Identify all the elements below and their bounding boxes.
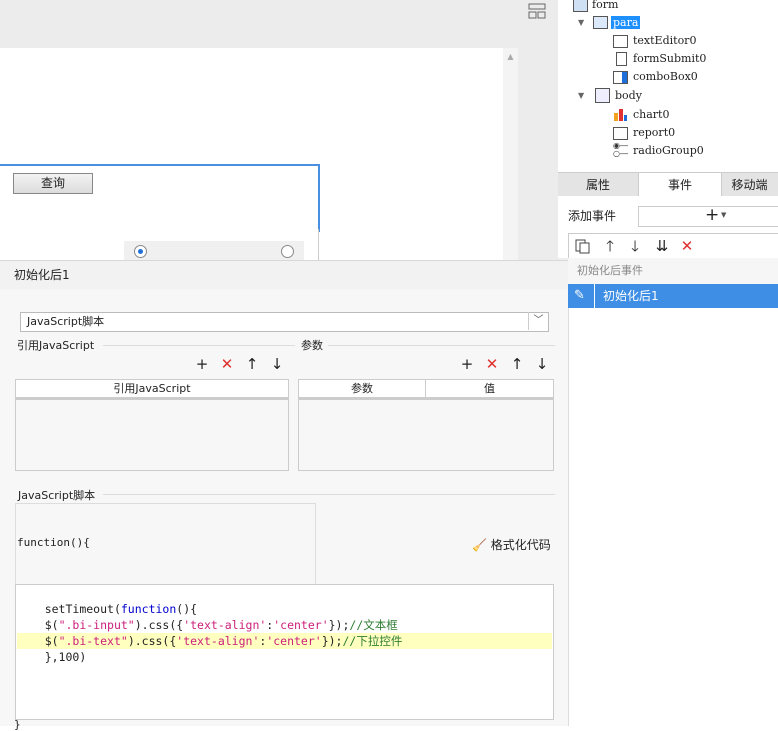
divider [103, 494, 555, 495]
event-list-empty-area [568, 308, 778, 726]
code-line-3: $(".bi-text").css({'text-align':'center'… [17, 617, 403, 648]
collapse-arrow-icon[interactable]: ▼ [578, 91, 584, 100]
event-item-label: 初始化后1 [603, 289, 659, 303]
para-icon [593, 16, 608, 29]
widget-tree: form ▼ para textEditor0 formSubmit0 comb… [558, 0, 778, 172]
divider [594, 284, 595, 308]
form-icon [573, 0, 588, 12]
edit-pencil-icon: ✎ [574, 288, 585, 303]
move-down-ref-icon[interactable]: ↓ [269, 356, 285, 372]
code-line-2: $(".bi-input").css({'text-align':'center… [17, 601, 398, 632]
dialog-title-bar: 初始化后1 [0, 260, 568, 290]
chevron-down-icon: ▼ [721, 211, 727, 219]
add-event-label: 添加事件 [568, 209, 617, 223]
tree-item-radiogroup0[interactable]: radioGroup0 [633, 143, 704, 159]
plus-icon: + [705, 205, 720, 225]
move-bottom-icon[interactable]: ⇊ [652, 234, 672, 258]
divider [328, 345, 555, 346]
query-button[interactable]: 查询 [13, 173, 93, 194]
tree-item-texteditor0[interactable]: textEditor0 [633, 33, 696, 49]
event-group-label: 初始化后事件 [577, 264, 643, 277]
scroll-up-icon[interactable]: ▲ [506, 52, 515, 61]
move-up-icon[interactable]: 🡑 [600, 234, 620, 258]
code-line-4: },100) [17, 633, 87, 664]
form-submit-icon [616, 52, 627, 66]
tree-item-formsubmit0[interactable]: formSubmit0 [633, 51, 706, 67]
script-type-select[interactable]: JavaScript脚本 [20, 312, 549, 332]
ref-js-column-header: 引用JavaScript [16, 380, 288, 400]
tab-events[interactable]: 事件 [638, 173, 722, 197]
broom-icon: 🧹 [472, 538, 487, 552]
move-up-param-icon[interactable]: ↑ [509, 356, 525, 372]
ref-js-section-label: 引用JavaScript [17, 339, 95, 352]
chevron-down-icon[interactable]: ﹀ [528, 312, 548, 330]
script-type-value: JavaScript脚本 [27, 315, 105, 328]
property-tabs: 属性 事件 移动端 [558, 172, 778, 198]
layout-toggle-icon[interactable] [528, 3, 546, 19]
radio-option-1[interactable] [134, 245, 147, 258]
function-closing-brace: } [14, 718, 21, 731]
collapse-arrow-icon[interactable]: ▼ [578, 18, 584, 27]
param-name-column-header: 参数 [299, 380, 426, 400]
designer-canvas-top [0, 0, 518, 48]
code-line-1: setTimeout(function(){ [17, 585, 197, 616]
tree-item-combobox0[interactable]: comboBox0 [633, 69, 698, 85]
chart-icon [613, 107, 628, 122]
format-code-label: 格式化代码 [490, 538, 551, 552]
code-line-text: $(".bi-text").css({'text-align':'center'… [44, 634, 403, 648]
add-param-icon[interactable]: + [459, 356, 475, 372]
event-toolbar: 🡑 🡓 ⇊ ✕ [568, 233, 778, 259]
move-down-icon[interactable]: 🡓 [625, 234, 645, 258]
ref-js-table[interactable]: 引用JavaScript [15, 379, 289, 471]
js-script-section-label: JavaScript脚本 [18, 489, 96, 502]
tree-item-para[interactable]: para [611, 15, 641, 31]
tree-item-report0[interactable]: report0 [633, 125, 675, 141]
copy-icon[interactable] [573, 234, 593, 261]
params-section-label: 参数 [301, 339, 323, 352]
function-header: function(){ [17, 536, 90, 549]
designer-vertical-scrollbar[interactable] [503, 48, 518, 260]
radio-option-2[interactable] [281, 245, 294, 258]
delete-icon[interactable]: ✕ [677, 234, 697, 258]
dialog-title: 初始化后1 [14, 268, 70, 282]
add-event-dropdown[interactable]: + ▼ [638, 205, 778, 227]
add-ref-icon[interactable]: + [194, 356, 210, 372]
event-group-header: 初始化后事件 [568, 258, 778, 284]
tree-item-form[interactable]: form [592, 0, 618, 13]
radio-group-widget[interactable] [124, 241, 304, 260]
move-up-ref-icon[interactable]: ↑ [244, 356, 260, 372]
format-code-button[interactable]: 🧹 格式化代码 [472, 536, 551, 553]
code-editor[interactable]: setTimeout(function(){ $(".bi-input").cs… [15, 584, 554, 720]
tree-item-chart0[interactable]: chart0 [633, 107, 669, 123]
tree-item-body[interactable]: body [615, 88, 642, 104]
code-line-text: },100) [44, 650, 87, 664]
report-icon [613, 127, 628, 140]
body-icon [595, 88, 610, 103]
radio-group-icon: ◉― ○― [613, 141, 628, 158]
delete-param-icon[interactable]: ✕ [484, 356, 500, 372]
event-item-selected[interactable]: ✎ 初始化后1 [568, 284, 778, 308]
combobox-icon [613, 71, 628, 84]
divider [103, 345, 295, 346]
designer-canvas-margin [518, 0, 558, 260]
move-down-param-icon[interactable]: ↓ [534, 356, 550, 372]
params-table[interactable]: 参数 值 [298, 379, 554, 471]
text-editor-icon [613, 35, 628, 48]
tab-properties[interactable]: 属性 [558, 173, 638, 197]
delete-ref-icon[interactable]: ✕ [219, 356, 235, 372]
tab-mobile[interactable]: 移动端 [721, 173, 778, 197]
param-value-column-header: 值 [426, 380, 553, 400]
